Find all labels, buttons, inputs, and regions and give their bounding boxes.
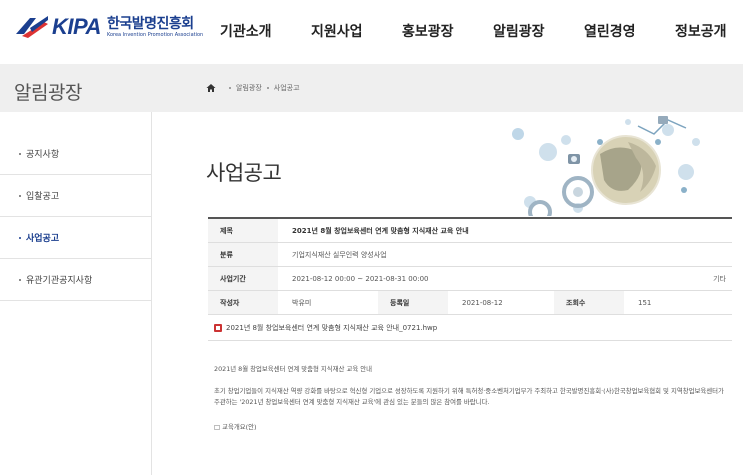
date-value: 2021-08-12 <box>462 298 503 307</box>
breadcrumb: 알림광장 사업공고 <box>206 83 300 93</box>
sidebar-item-business[interactable]: 사업공고 <box>0 217 151 259</box>
hwp-file-icon <box>214 323 222 332</box>
author-label: 작성자 <box>208 291 278 314</box>
subject-value: 2021년 8월 창업보육센터 연계 맞춤형 지식재산 교육 안내 <box>292 226 469 235</box>
bullet-icon <box>19 236 21 239</box>
sidebar-item-label: 사업공고 <box>26 234 60 244</box>
period-row: 사업기간 2021-08-12 00:00 ~ 2021-08-31 00:00… <box>208 267 732 291</box>
sidebar-item-label: 입찰공고 <box>26 192 60 202</box>
breadcrumb-item-notice[interactable]: 알림광장 <box>236 83 262 93</box>
author-value: 박유미 <box>292 298 312 307</box>
body-heading: 2021년 8월 창업보육센터 연계 맞춤형 지식재산 교육 안내 <box>214 365 373 373</box>
period-value: 2021-08-12 00:00 ~ 2021-08-31 00:00 <box>292 274 429 283</box>
category-row: 분류 기업지식재산 실무인력 양성사업 <box>208 243 732 267</box>
page-title: 사업공고 <box>206 161 282 185</box>
breadcrumb-separator <box>229 87 231 89</box>
logo-korean-name: 한국발명진흥회 <box>106 15 194 32</box>
bullet-icon <box>19 278 21 281</box>
attachment-row: 2021년 8월 창업보육센터 연계 맞춤형 지식재산 교육 안내_0721.h… <box>208 315 732 341</box>
globe-gears-illustration-icon <box>512 116 700 216</box>
site-header: KIPA 한국발명진흥회 Korea Invention Promotion A… <box>0 0 743 64</box>
nav-item-notice[interactable]: 알림광장 <box>493 21 545 41</box>
breadcrumb-item-current[interactable]: 사업공고 <box>274 83 300 93</box>
views-value: 151 <box>638 298 652 307</box>
section-band: 알림광장 알림광장 사업공고 <box>0 64 743 112</box>
body-section: □ 교육개요(안) <box>214 423 257 431</box>
period-extra: 기타 <box>713 274 726 283</box>
category-value: 기업지식재산 실무인력 양성사업 <box>292 250 387 259</box>
date-label: 등록일 <box>378 291 448 314</box>
period-label: 사업기간 <box>208 267 278 290</box>
sidebar-item-label: 유관기관공지사항 <box>26 276 93 286</box>
sidebar-item-related[interactable]: 유관기관공지사항 <box>0 259 151 301</box>
subject-row: 제목 2021년 8월 창업보육센터 연계 맞춤형 지식재산 교육 안내 <box>208 219 732 243</box>
post-body: 2021년 8월 창업보육센터 연계 맞춤형 지식재산 교육 안내 초기 창업기… <box>214 364 730 444</box>
body-paragraph: 초기 창업기업들이 지식재산 역량 강화를 바탕으로 혁신형 기업으로 성장하도… <box>214 387 724 406</box>
nav-item-disclosure[interactable]: 정보공개 <box>675 21 727 41</box>
sidebar-item-notices[interactable]: 공지사항 <box>0 133 151 175</box>
views-label: 조회수 <box>554 291 624 314</box>
breadcrumb-separator <box>266 87 269 89</box>
home-icon[interactable] <box>206 83 216 93</box>
bullet-icon <box>19 194 21 197</box>
nav-item-pr[interactable]: 홍보광장 <box>402 21 454 41</box>
nav-item-support[interactable]: 지원사업 <box>311 21 363 41</box>
section-title: 알림광장 <box>14 82 82 104</box>
subject-label: 제목 <box>208 219 278 242</box>
sidebar: 공지사항 입찰공고 사업공고 유관기관공지사항 <box>0 112 152 475</box>
sidebar-item-label: 공지사항 <box>26 150 60 160</box>
category-label: 분류 <box>208 243 278 266</box>
meta-row: 작성자 박유미 등록일 2021-08-12 조회수 151 <box>208 291 732 315</box>
attachment-link[interactable]: 2021년 8월 창업보육센터 연계 맞춤형 지식재산 교육 안내_0721.h… <box>226 323 437 333</box>
logo-english-name: Korea Invention Promotion Association <box>106 31 204 38</box>
sidebar-item-bids[interactable]: 입찰공고 <box>0 175 151 217</box>
logo-korean: 한국발명진흥회 Korea Invention Promotion Associ… <box>107 16 203 39</box>
logo-mark-icon <box>16 16 48 38</box>
nav-item-about[interactable]: 기관소개 <box>220 21 272 41</box>
detail-table: 제목 2021년 8월 창업보육센터 연계 맞춤형 지식재산 교육 안내 분류 … <box>208 217 732 341</box>
nav-item-management[interactable]: 열린경영 <box>584 21 636 41</box>
bullet-icon <box>19 152 21 155</box>
site-logo[interactable]: KIPA 한국발명진흥회 Korea Invention Promotion A… <box>14 14 203 40</box>
logo-text: KIPA <box>52 14 101 39</box>
